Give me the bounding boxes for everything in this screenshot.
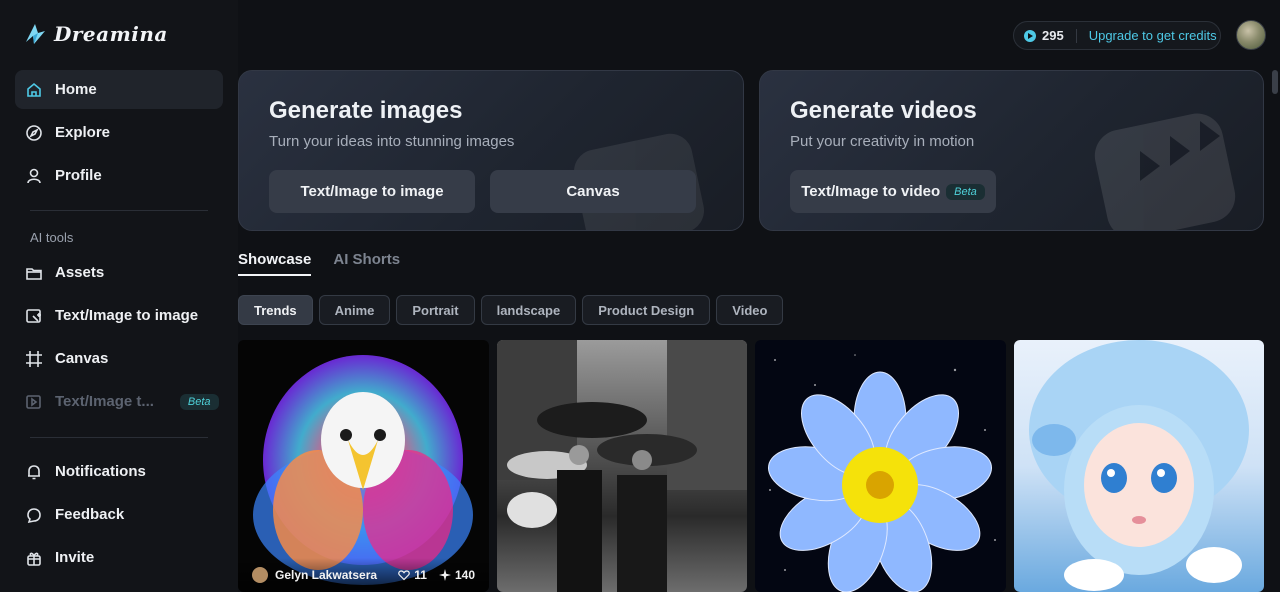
dreamina-logo-icon <box>26 24 45 44</box>
generate-videos-subtitle: Put your creativity in motion <box>790 133 975 150</box>
likes-stat[interactable]: 11 <box>398 568 427 582</box>
sidebar-item-profile[interactable]: Profile <box>15 156 223 195</box>
brand-name: Dreamina <box>54 22 168 46</box>
sidebar-item-invite[interactable]: Invite <box>15 538 223 577</box>
sidebar-item-label: Home <box>55 81 97 98</box>
sidebar-item-label: Feedback <box>55 506 125 523</box>
blue-flower-image <box>768 354 996 592</box>
sidebar-item-text-image-to-video[interactable]: Text/Image t... Beta <box>15 382 223 421</box>
filter-video[interactable]: Video <box>716 295 784 325</box>
credit-icon <box>1024 29 1036 42</box>
content-tabs: Showcase AI Shorts <box>238 251 400 276</box>
gallery-item[interactable] <box>497 340 747 592</box>
bell-icon <box>25 463 43 481</box>
explore-icon <box>25 124 43 142</box>
sidebar-item-label: Profile <box>55 167 102 184</box>
filter-anime[interactable]: Anime <box>318 295 391 325</box>
sidebar-item-canvas[interactable]: Canvas <box>15 339 223 378</box>
beta-badge: Beta <box>179 393 219 410</box>
sparkle-icon <box>438 569 451 581</box>
gallery-item-meta: Gelyn Lakwatsera 11 140 <box>238 558 489 592</box>
logo[interactable]: Dreamina <box>24 22 168 46</box>
sidebar-item-home[interactable]: Home <box>15 70 223 109</box>
filter-chips: Trends Anime Portrait landscape Product … <box>238 295 784 325</box>
generate-images-card: Generate images Turn your ideas into stu… <box>238 70 744 231</box>
sidebar-item-label: Canvas <box>55 350 109 367</box>
generate-images-subtitle: Turn your ideas into stunning images <box>269 133 515 150</box>
page-scrollbar[interactable] <box>1272 70 1278 94</box>
sidebar-divider <box>30 210 208 211</box>
sidebar-item-label: Notifications <box>55 463 146 480</box>
sidebar-item-assets[interactable]: Assets <box>15 253 223 292</box>
profile-icon <box>25 167 43 185</box>
button-label: Text/Image to video <box>801 183 941 200</box>
home-icon <box>25 81 43 99</box>
likes-count: 11 <box>414 568 427 582</box>
canvas-icon <box>25 350 43 368</box>
video-edit-icon <box>25 393 43 411</box>
filter-trends[interactable]: Trends <box>238 295 313 325</box>
author-avatar <box>252 567 268 583</box>
tab-ai-shorts[interactable]: AI Shorts <box>333 251 400 276</box>
rainy-street-image <box>497 340 747 592</box>
sidebar-divider <box>30 437 208 438</box>
generate-videos-title: Generate videos <box>790 97 977 124</box>
decorative-play-icon <box>1094 113 1236 230</box>
sidebar-item-explore[interactable]: Explore <box>15 113 223 152</box>
image-edit-icon <box>25 307 43 325</box>
upgrade-link[interactable]: Upgrade to get credits <box>1089 28 1217 43</box>
folder-icon <box>25 264 43 282</box>
feedback-icon <box>25 506 43 524</box>
beta-badge: Beta <box>946 183 985 200</box>
sidebar-item-label: Explore <box>55 124 111 141</box>
text-image-to-image-button[interactable]: Text/Image to image <box>269 170 475 213</box>
anime-girl-image <box>1029 340 1249 591</box>
heart-icon <box>398 570 411 581</box>
uses-stat[interactable]: 140 <box>438 568 475 582</box>
filter-product-design[interactable]: Product Design <box>582 295 711 325</box>
invite-icon <box>25 549 43 567</box>
generate-videos-card: Generate videos Put your creativity in m… <box>759 70 1264 231</box>
credit-separator <box>1075 28 1077 43</box>
filter-portrait[interactable]: Portrait <box>396 295 475 325</box>
tab-showcase[interactable]: Showcase <box>238 251 312 276</box>
text-image-to-video-button[interactable]: Text/Image to video Beta <box>790 170 996 213</box>
uses-count: 140 <box>454 568 475 582</box>
sidebar-item-label: Assets <box>55 264 105 281</box>
sidebar-item-label: Invite <box>55 549 95 566</box>
sidebar-item-label: Text/Image t... <box>55 393 154 410</box>
sidebar-item-label: Text/Image to image <box>55 307 199 324</box>
gallery-item[interactable] <box>755 340 1006 592</box>
credit-count: 295 <box>1042 28 1064 43</box>
canvas-button[interactable]: Canvas <box>490 170 696 213</box>
gallery-item[interactable]: Gelyn Lakwatsera 11 140 <box>238 340 489 592</box>
credits-pill[interactable]: 295 Upgrade to get credits <box>1013 21 1221 50</box>
user-avatar[interactable] <box>1236 20 1266 50</box>
section-label-ai-tools: AI tools <box>30 230 74 245</box>
generate-images-title: Generate images <box>269 97 463 124</box>
sidebar-item-feedback[interactable]: Feedback <box>15 495 223 534</box>
gallery-item[interactable] <box>1014 340 1264 592</box>
filter-landscape[interactable]: landscape <box>480 295 577 325</box>
author-name: Gelyn Lakwatsera <box>275 568 378 582</box>
sidebar-item-text-image-to-image[interactable]: Text/Image to image <box>15 296 223 335</box>
sidebar-item-notifications[interactable]: Notifications <box>15 452 223 491</box>
eagle-artwork-image <box>253 355 473 585</box>
sidebar: Dreamina Home Explore Profile AI tools A… <box>0 0 238 592</box>
